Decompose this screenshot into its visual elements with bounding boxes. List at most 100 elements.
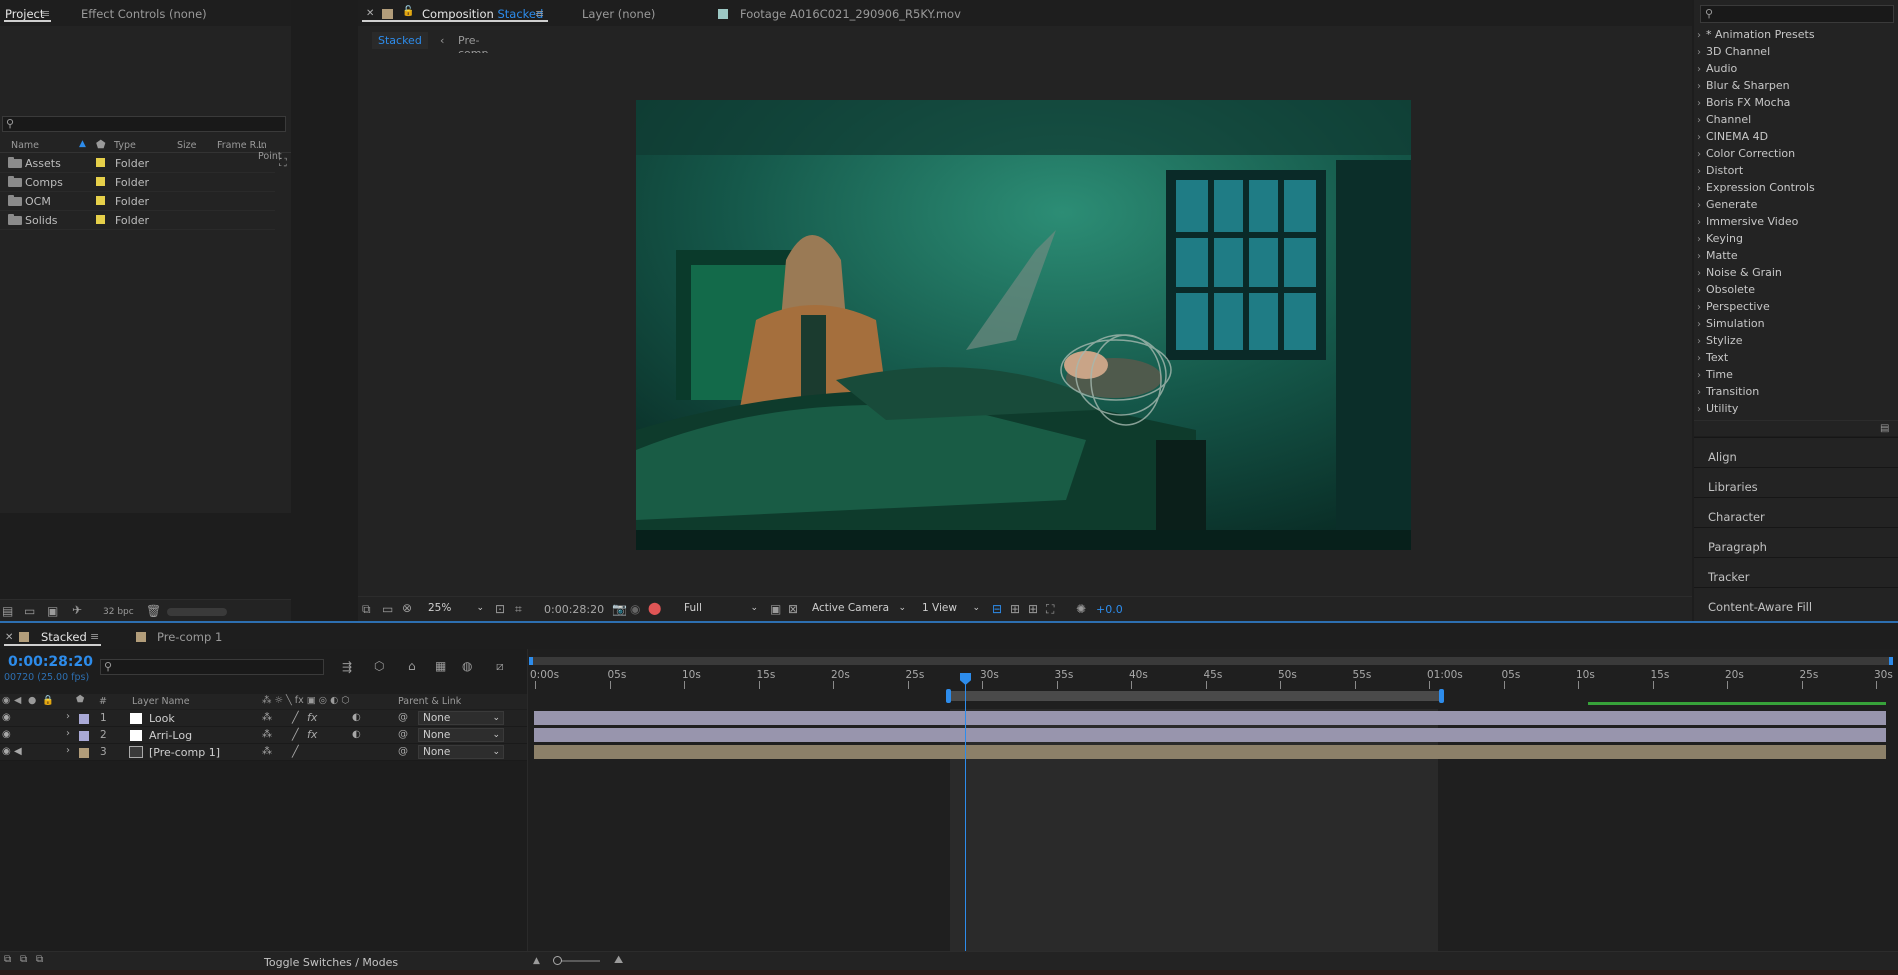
breadcrumb-stacked[interactable]: Stacked xyxy=(372,32,428,49)
tab-project[interactable]: Project xyxy=(5,7,44,21)
region-toggle-icon[interactable]: ▣ xyxy=(770,603,781,615)
eye-icon[interactable]: ◉ xyxy=(2,712,11,723)
motion-blur-icon[interactable]: ◍ xyxy=(462,660,472,672)
panel-tracker[interactable]: Tracker xyxy=(1694,557,1898,587)
transparency-grid-icon[interactable]: ⊠ xyxy=(788,603,798,615)
panel-align[interactable]: Align xyxy=(1694,437,1898,467)
effect-category[interactable]: › Obsolete xyxy=(1697,283,1755,300)
lock-icon[interactable]: 🔓 xyxy=(402,6,414,17)
interpret-footage-icon[interactable]: ▤ xyxy=(2,605,13,617)
composition-frame[interactable] xyxy=(636,100,1411,550)
zoom-slider-thumb[interactable] xyxy=(553,956,562,965)
label-swatch[interactable] xyxy=(79,748,89,758)
navigator-start-handle[interactable] xyxy=(529,657,533,665)
render-queue-icon[interactable]: ✈ xyxy=(72,604,82,616)
panel-paragraph[interactable]: Paragraph xyxy=(1694,527,1898,557)
tab-footage[interactable]: Footage A016C021_290906_R5KY.mov xyxy=(740,7,961,21)
pickwhip-icon[interactable]: @ xyxy=(398,746,408,757)
effect-category[interactable]: › Time xyxy=(1697,368,1733,385)
col-layer-name[interactable]: Layer Name xyxy=(132,696,190,707)
list-item[interactable]: Comps Folder xyxy=(0,173,275,192)
time-navigator[interactable] xyxy=(529,657,1893,665)
col-name[interactable]: Name xyxy=(11,140,39,151)
col-parent[interactable]: Parent & Link xyxy=(398,696,461,707)
timeline-search-input[interactable]: ⚲ xyxy=(100,659,324,675)
layer-switches-icon[interactable]: ⧉ xyxy=(4,954,11,966)
list-item[interactable]: Assets Folder xyxy=(0,154,275,173)
fit-icon[interactable]: ⊡ xyxy=(495,603,505,615)
quality-icon[interactable]: ╱ xyxy=(292,745,299,758)
pickwhip-icon[interactable]: @ xyxy=(398,729,408,740)
parent-dropdown[interactable]: None ⌄ xyxy=(418,745,504,759)
effect-category[interactable]: › Matte xyxy=(1697,249,1738,266)
label-swatch[interactable] xyxy=(96,177,105,186)
adjustment-layer-icon[interactable]: ◐ xyxy=(352,712,361,723)
project-search-input[interactable]: ⚲ xyxy=(2,116,286,132)
toggle-pixel-aspect-icon[interactable]: ⊟ xyxy=(992,603,1002,615)
timeline-menu-icon[interactable]: ≡ xyxy=(90,630,99,643)
layer-name[interactable]: Arri-Log xyxy=(149,729,192,742)
zoom-dropdown[interactable]: 25% ⌄ xyxy=(424,602,486,616)
work-area-bar[interactable] xyxy=(948,691,1442,701)
table-row[interactable]: ◉ ◀ › 3 [Pre-comp 1] ⁂ ╱ @ None ⌄ xyxy=(0,744,527,761)
table-row[interactable]: ◉ › 1 Look ⁂ ╱ fx ◐ @ None ⌄ xyxy=(0,710,527,727)
effect-category[interactable]: › Expression Controls xyxy=(1697,181,1815,198)
work-area-end-handle[interactable] xyxy=(1439,689,1444,703)
layer-bar-look[interactable] xyxy=(534,711,1886,725)
effect-category[interactable]: › Utility xyxy=(1697,402,1738,419)
close-icon[interactable]: ✕ xyxy=(366,8,374,19)
tab-composition[interactable]: Composition Stacked xyxy=(422,7,543,21)
layer-name[interactable]: [Pre-comp 1] xyxy=(149,746,220,759)
col-size[interactable]: Size xyxy=(177,140,197,151)
effect-category[interactable]: › Transition xyxy=(1697,385,1759,402)
graph-editor-icon[interactable]: ⧄ xyxy=(496,660,504,672)
effect-category[interactable]: › Simulation xyxy=(1697,317,1765,334)
close-icon[interactable]: ✕ xyxy=(5,632,13,643)
effect-category[interactable]: › Blur & Sharpen xyxy=(1697,79,1790,96)
frame-blending-icon[interactable]: ▦ xyxy=(435,660,446,672)
collapse-icon[interactable]: ⁂ xyxy=(262,729,272,740)
monitor-icon[interactable]: ▭ xyxy=(382,603,393,615)
effect-category[interactable]: › Channel xyxy=(1697,113,1751,130)
layer-bar-arri-log[interactable] xyxy=(534,728,1886,742)
zoom-in-icon[interactable]: ⛰ xyxy=(614,954,623,966)
eye-icon[interactable]: ◉ xyxy=(2,729,11,740)
effect-category[interactable]: › Audio xyxy=(1697,62,1737,79)
tab-stacked[interactable]: Stacked xyxy=(41,630,87,644)
quality-icon[interactable]: ╱ xyxy=(292,728,299,741)
effect-category[interactable]: › Perspective xyxy=(1697,300,1770,317)
show-snapshot-icon[interactable]: ◉ xyxy=(630,603,640,615)
timeline-timecode[interactable]: 0:00:28:20 xyxy=(8,654,93,670)
tab-layer[interactable]: Layer (none) xyxy=(582,7,655,21)
effects-search-input[interactable]: ⚲ xyxy=(1700,5,1894,23)
chevron-right-icon[interactable]: › xyxy=(66,728,70,739)
layer-bar-precomp[interactable] xyxy=(534,745,1886,759)
new-bin-icon[interactable]: ▤ xyxy=(1880,423,1889,435)
layer-name[interactable]: Look xyxy=(149,712,175,725)
toggle-switches-modes-button[interactable]: Toggle Switches / Modes xyxy=(264,956,398,969)
mask-visibility-icon[interactable]: ⊗ xyxy=(402,602,412,614)
label-swatch[interactable] xyxy=(79,714,89,724)
label-swatch[interactable] xyxy=(79,731,89,741)
viewer-timecode[interactable]: 0:00:28:20 xyxy=(544,603,604,616)
label-swatch[interactable] xyxy=(96,215,105,224)
bpc-button[interactable]: 32 bpc xyxy=(103,607,134,617)
transfer-controls-icon[interactable]: ⧉ xyxy=(20,954,27,966)
collapse-icon[interactable]: ⁂ xyxy=(262,746,272,757)
list-item[interactable]: OCM Folder xyxy=(0,192,275,211)
label-swatch[interactable] xyxy=(96,158,105,167)
audio-icon[interactable]: ◀ xyxy=(14,746,22,757)
panel-libraries[interactable]: Libraries xyxy=(1694,467,1898,497)
navigator-end-handle[interactable] xyxy=(1889,657,1893,665)
work-area-start-handle[interactable] xyxy=(946,689,951,703)
eye-icon[interactable]: ◉ xyxy=(2,746,11,757)
effect-category[interactable]: › Boris FX Mocha xyxy=(1697,96,1790,113)
collapse-icon[interactable]: ⁂ xyxy=(262,712,272,723)
list-item[interactable]: Solids Folder xyxy=(0,211,275,230)
tab-precomp[interactable]: Pre-comp 1 xyxy=(157,630,222,644)
viewer-menu-icon[interactable]: ≡ xyxy=(535,7,544,20)
camera-dropdown[interactable]: Active Camera ⌄ xyxy=(808,602,908,616)
flowchart-icon[interactable]: ⛶ xyxy=(1046,603,1054,615)
panel-character[interactable]: Character xyxy=(1694,497,1898,527)
region-of-interest-icon[interactable]: ⌗ xyxy=(515,603,522,615)
